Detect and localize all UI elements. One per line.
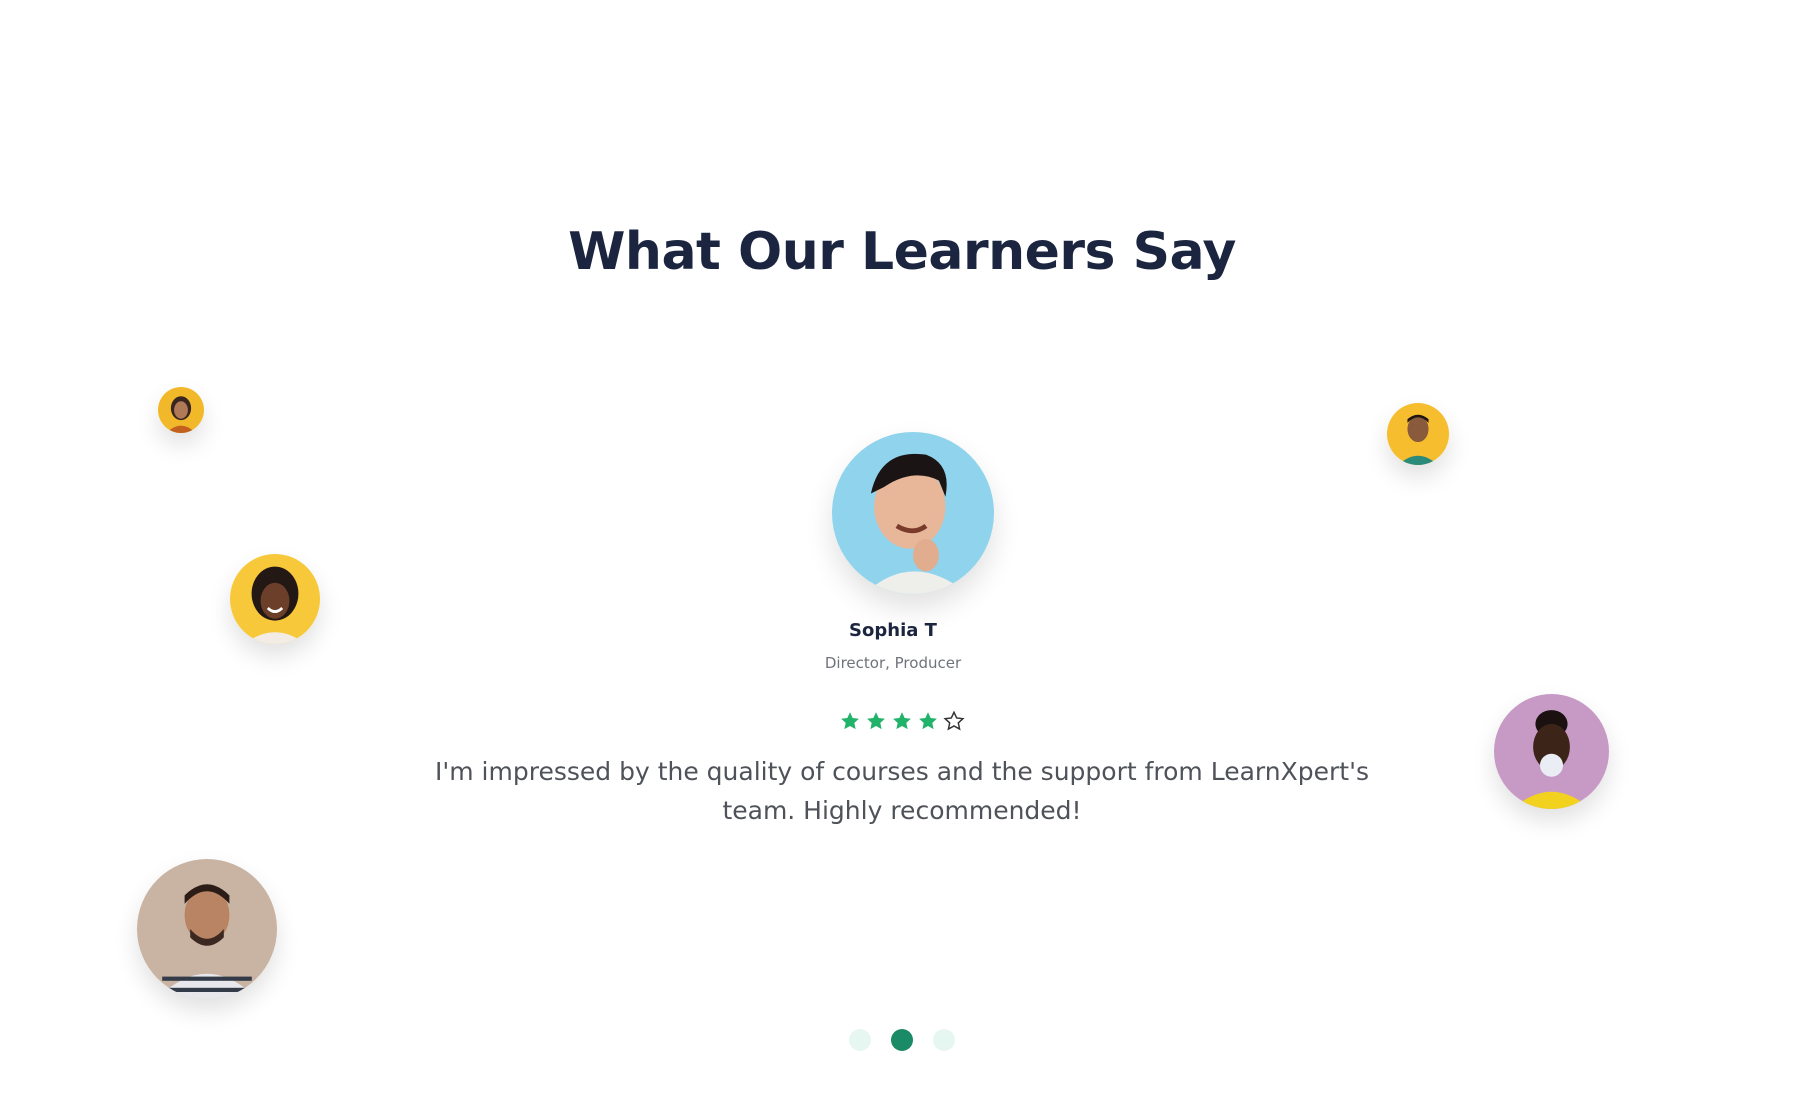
star-filled-icon (889, 710, 915, 736)
star-empty-icon (941, 710, 967, 736)
testimonial-quote: I'm impressed by the quality of courses … (435, 757, 1369, 825)
star-filled-icon (915, 710, 941, 736)
floating-avatar (137, 859, 277, 999)
floating-avatar (1387, 403, 1449, 465)
carousel-dot-3[interactable] (933, 1029, 955, 1051)
testimonials-section: What Our Learners Say Sophia T Director,… (0, 0, 1804, 1095)
carousel-dot-1[interactable] (849, 1029, 871, 1051)
star-filled-icon (837, 710, 863, 736)
carousel-pagination (0, 1029, 1804, 1051)
section-heading: What Our Learners Say (568, 222, 1236, 282)
testimonial-avatar (832, 432, 994, 594)
carousel-dot-2[interactable] (891, 1029, 913, 1051)
star-rating (0, 710, 1804, 736)
testimonial-name: Sophia T (849, 620, 937, 641)
testimonial-role: Director, Producer (824, 654, 962, 672)
star-filled-icon (863, 710, 889, 736)
floating-avatar (158, 387, 204, 433)
